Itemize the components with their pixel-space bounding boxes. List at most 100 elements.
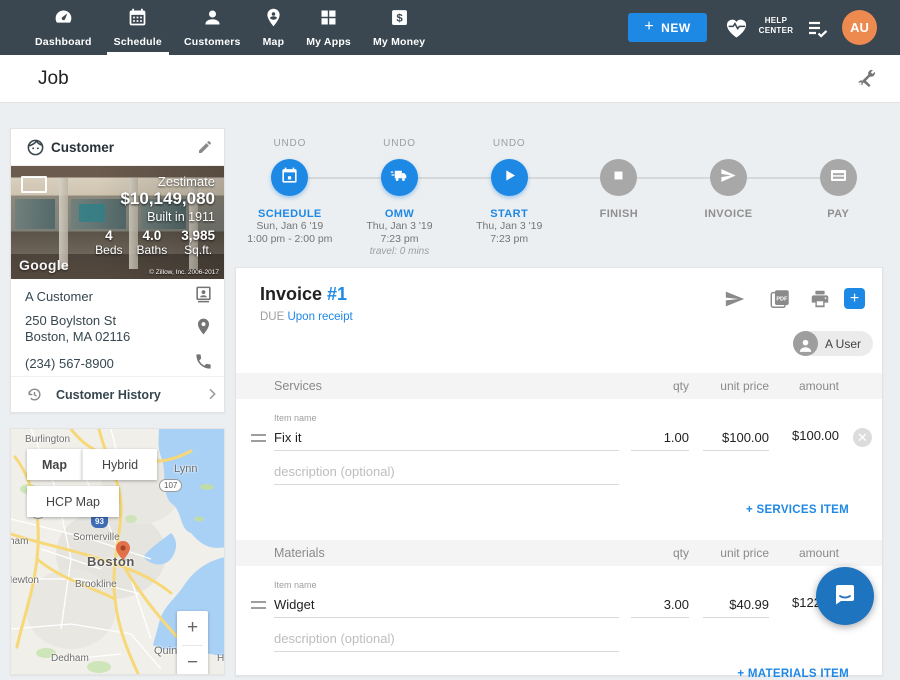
step-label: INVOICE bbox=[705, 208, 753, 220]
nav-item-map[interactable]: Map bbox=[252, 0, 296, 55]
service-unit-price-input[interactable] bbox=[703, 428, 769, 451]
invoice-due: DUE Upon receipt bbox=[260, 311, 353, 323]
timeline-step-omw: UNDO OMW Thu, Jan 3 '19 7:23 pm travel: … bbox=[345, 130, 455, 260]
service-item-name-input[interactable] bbox=[274, 428, 619, 451]
customer-address-line1: 250 Boylston St bbox=[25, 313, 116, 328]
due-terms-link[interactable]: Upon receipt bbox=[287, 311, 352, 323]
schedule-icon bbox=[127, 7, 148, 33]
map-type-button-map[interactable]: Map bbox=[27, 449, 82, 480]
amount-column-header: amount bbox=[769, 379, 839, 393]
customer-history-row[interactable]: Customer History bbox=[11, 377, 224, 413]
nav-item-schedule[interactable]: Schedule bbox=[103, 0, 173, 55]
print-icon[interactable] bbox=[809, 288, 831, 310]
customers-icon bbox=[202, 7, 223, 33]
drag-handle-icon[interactable] bbox=[251, 434, 266, 442]
schedule-step-button[interactable] bbox=[271, 159, 308, 196]
stat-sqft: 3,985 Sq.ft. bbox=[181, 228, 215, 257]
nav-item-my-money[interactable]: $ My Money bbox=[362, 0, 436, 55]
omw-step-button[interactable] bbox=[381, 159, 418, 196]
zoom-in-button[interactable]: + bbox=[177, 611, 208, 645]
job-location-pin[interactable] bbox=[116, 541, 130, 560]
svg-text:PDF: PDF bbox=[776, 296, 788, 302]
svg-text:$: $ bbox=[396, 12, 403, 24]
start-step-button[interactable] bbox=[491, 159, 528, 196]
chevron-right-icon bbox=[204, 386, 220, 402]
invoice-step-button[interactable] bbox=[710, 159, 747, 196]
nav-item-dashboard[interactable]: Dashboard bbox=[24, 0, 103, 55]
health-heart-icon[interactable] bbox=[723, 14, 750, 41]
finish-step-button[interactable] bbox=[600, 159, 637, 196]
step-label: SCHEDULE bbox=[258, 208, 322, 220]
nav-item-customers[interactable]: Customers bbox=[173, 0, 252, 55]
pay-step-button[interactable] bbox=[820, 159, 857, 196]
help-center-line2: CENTER bbox=[754, 26, 798, 36]
undo-link[interactable]: UNDO bbox=[493, 138, 526, 154]
google-watermark: Google bbox=[19, 257, 69, 273]
assignee-name: A User bbox=[825, 337, 861, 351]
dashboard-icon bbox=[53, 7, 74, 33]
materials-title: Materials bbox=[274, 546, 325, 560]
chat-bubble-icon bbox=[832, 581, 858, 612]
add-invoice-item-button[interactable]: + bbox=[844, 288, 865, 309]
contact-card-icon[interactable] bbox=[194, 285, 213, 304]
phone-icon[interactable] bbox=[194, 352, 213, 371]
invoice-number[interactable]: #1 bbox=[327, 284, 347, 304]
play-icon bbox=[500, 166, 519, 190]
new-button[interactable]: + NEW bbox=[628, 13, 707, 42]
assignee-chip[interactable]: A User bbox=[793, 331, 873, 356]
chat-launcher-button[interactable] bbox=[816, 567, 874, 625]
timeline-step-invoice: INVOICE bbox=[674, 130, 784, 260]
send-invoice-icon[interactable] bbox=[724, 288, 746, 310]
truck-icon bbox=[390, 166, 409, 190]
stop-icon bbox=[609, 166, 628, 190]
service-amount: $100.00 bbox=[769, 428, 839, 443]
map-zoom-control: + − bbox=[177, 611, 208, 675]
zestimate-value: $10,149,080 bbox=[120, 189, 215, 209]
service-qty-input[interactable] bbox=[631, 428, 689, 451]
nav-item-my-apps[interactable]: My Apps bbox=[295, 0, 362, 55]
built-year: Built in 1911 bbox=[147, 210, 215, 224]
page-header-bar: Job bbox=[0, 55, 900, 103]
top-nav: Dashboard Schedule Customers Map My Apps… bbox=[0, 0, 900, 55]
remove-item-button[interactable]: ✕ bbox=[853, 428, 872, 447]
undo-link[interactable]: UNDO bbox=[383, 138, 416, 154]
nav-label: My Apps bbox=[306, 36, 351, 48]
timeline-step-pay: PAY bbox=[783, 130, 893, 260]
add-services-item-link[interactable]: + SERVICES ITEM bbox=[746, 504, 849, 516]
nav-label: Map bbox=[263, 36, 285, 48]
qty-column-header: qty bbox=[629, 379, 689, 393]
streetview-icon[interactable] bbox=[21, 176, 47, 193]
nav-label: Customers bbox=[184, 36, 241, 48]
location-pin-icon[interactable] bbox=[194, 317, 213, 336]
user-avatar[interactable]: AU bbox=[842, 10, 877, 45]
zoom-out-button[interactable]: − bbox=[177, 646, 208, 675]
material-item-name-input[interactable] bbox=[274, 595, 619, 618]
drag-handle-icon[interactable] bbox=[251, 601, 266, 609]
map-type-button-hybrid[interactable]: Hybrid bbox=[82, 449, 157, 480]
customer-card-header: Customer bbox=[11, 129, 224, 166]
timeline-step-start: UNDO START Thu, Jan 3 '19 7:23 pm bbox=[454, 130, 564, 260]
material-unit-price-input[interactable] bbox=[703, 595, 769, 618]
history-icon bbox=[26, 386, 43, 403]
job-timeline: UNDO SCHEDULE Sun, Jan 6 '19 1:00 pm - 2… bbox=[235, 130, 893, 260]
checklist-icon[interactable] bbox=[806, 17, 830, 41]
add-materials-item-link[interactable]: + MATERIALS ITEM bbox=[737, 668, 849, 680]
item-name-label: Item name bbox=[274, 413, 317, 423]
hcp-map-button[interactable]: HCP Map bbox=[27, 486, 119, 517]
map-pin-icon bbox=[263, 7, 284, 33]
help-center-link[interactable]: HELP CENTER bbox=[754, 16, 798, 36]
pdf-icon[interactable]: PDF bbox=[769, 288, 791, 310]
undo-link[interactable]: UNDO bbox=[274, 138, 307, 154]
step-label: OMW bbox=[385, 208, 414, 220]
step-date: Thu, Jan 3 '19 bbox=[476, 220, 542, 233]
customer-history-label: Customer History bbox=[56, 388, 161, 402]
page-title: Job bbox=[38, 68, 69, 90]
job-settings-icon[interactable] bbox=[855, 68, 877, 90]
stat-baths: 4.0 Baths bbox=[137, 228, 168, 257]
money-icon: $ bbox=[389, 7, 410, 33]
material-qty-input[interactable] bbox=[631, 595, 689, 618]
edit-pencil-icon[interactable] bbox=[197, 139, 213, 155]
property-photo[interactable]: Zestimate $10,149,080 Built in 1911 4 Be… bbox=[11, 166, 224, 279]
service-description-input[interactable] bbox=[274, 462, 619, 485]
material-description-input[interactable] bbox=[274, 629, 619, 652]
